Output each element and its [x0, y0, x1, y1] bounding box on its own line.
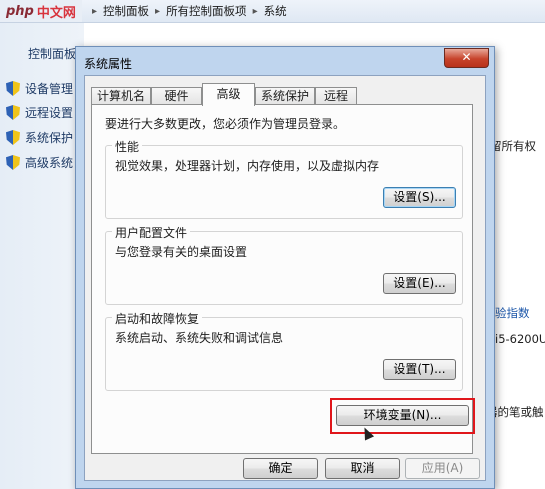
- shield-icon: [6, 130, 20, 145]
- breadcrumb-control-panel[interactable]: 控制面板: [103, 3, 149, 19]
- dialog-body: 计算机名 硬件 高级 系统保护 远程 要进行大多数更改，您必须作为管理员登录。 …: [84, 75, 486, 481]
- admin-note: 要进行大多数更改，您必须作为管理员登录。: [105, 117, 346, 131]
- nav-label: 高级系统: [25, 156, 74, 170]
- nav-label: 设备管理: [25, 82, 74, 96]
- shield-icon: [6, 155, 20, 170]
- group-title: 用户配置文件: [112, 224, 191, 241]
- breadcrumb-system[interactable]: 系统: [264, 3, 287, 19]
- performance-group: 性能 视觉效果，处理器计划，内存使用，以及虚拟内存 设置(S)...: [105, 138, 463, 219]
- copyright-text: 留所有权: [490, 139, 536, 153]
- nav-device-manager[interactable]: 设备管理: [6, 80, 73, 97]
- user-profiles-group: 用户配置文件 与您登录有关的桌面设置 设置(E)...: [105, 224, 463, 305]
- tab-advanced[interactable]: 高级: [202, 83, 255, 106]
- nav-label: 远程设置: [25, 106, 74, 120]
- group-title: 启动和故障恢复: [112, 310, 203, 327]
- startup-recovery-group: 启动和故障恢复 系统启动、系统失败和调试信息 设置(T)...: [105, 310, 463, 391]
- performance-settings-button[interactable]: 设置(S)...: [383, 187, 456, 208]
- tab-remote[interactable]: 远程: [315, 87, 357, 105]
- address-bar[interactable]: php 中文网 ▸ 控制面板 ▸ 所有控制面板项 ▸ 系统: [0, 0, 545, 23]
- group-title: 性能: [112, 138, 143, 155]
- chevron-right-icon: ▸: [252, 5, 258, 17]
- close-icon: ✕: [461, 50, 472, 64]
- breadcrumb: ▸ 控制面板 ▸ 所有控制面板项 ▸ 系统: [92, 3, 287, 19]
- nav-label: 系统保护: [25, 131, 74, 145]
- advanced-tab-page: 要进行大多数更改，您必须作为管理员登录。 性能 视觉效果，处理器计划，内存使用，…: [91, 104, 475, 454]
- ok-button[interactable]: 确定: [243, 458, 318, 479]
- chevron-right-icon: ▸: [155, 5, 161, 17]
- logo-cn: 中文网: [36, 5, 76, 21]
- shield-icon: [6, 105, 20, 120]
- dialog-title: 系统属性: [84, 57, 133, 71]
- shield-icon: [6, 81, 20, 96]
- chevron-right-icon: ▸: [92, 5, 98, 17]
- processor-text: i5-6200U: [495, 332, 545, 346]
- environment-variables-button[interactable]: 环境变量(N)...: [336, 405, 469, 426]
- group-desc: 与您登录有关的桌面设置: [115, 245, 248, 259]
- startup-recovery-settings-button[interactable]: 设置(T)...: [383, 359, 456, 380]
- nav-advanced-settings[interactable]: 高级系统: [6, 154, 73, 171]
- tab-system-protection[interactable]: 系统保护: [255, 87, 315, 105]
- site-logo: php 中文网: [0, 0, 82, 22]
- tab-computer-name[interactable]: 计算机名: [91, 87, 151, 105]
- logo-php: php: [6, 3, 34, 19]
- apply-button[interactable]: 应用(A): [405, 458, 480, 479]
- user-profiles-settings-button[interactable]: 设置(E)...: [383, 273, 456, 294]
- system-properties-dialog: 系统属性 ✕ 计算机名 硬件 高级 系统保护 远程 要进行大多数更改，您必须作为…: [75, 46, 495, 489]
- nav-remote-settings[interactable]: 远程设置: [6, 104, 73, 121]
- experience-index-link[interactable]: 验指数: [495, 305, 530, 321]
- group-desc: 视觉效果，处理器计划，内存使用，以及虚拟内存: [115, 159, 380, 173]
- group-desc: 系统启动、系统失败和调试信息: [115, 331, 284, 345]
- close-button[interactable]: ✕: [444, 48, 489, 68]
- left-nav-pane: 控制面板主 设备管理 远程设置 系统保护 高级系统: [0, 23, 88, 489]
- tab-hardware[interactable]: 硬件: [151, 87, 202, 105]
- cancel-button[interactable]: 取消: [325, 458, 400, 479]
- nav-system-protection[interactable]: 系统保护: [6, 129, 73, 146]
- breadcrumb-all-items[interactable]: 所有控制面板项: [166, 3, 247, 19]
